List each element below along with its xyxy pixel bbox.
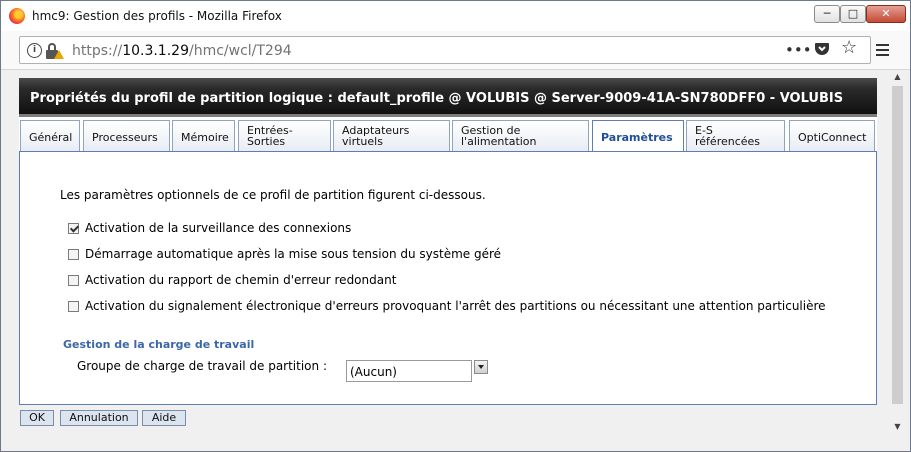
tab-es-referencees[interactable]: E-S référencées — [686, 120, 785, 152]
workload-group-label: Groupe de charge de travail de partition… — [77, 359, 327, 373]
dialog-panel: Général Processeurs Mémoire Entrées- Sor… — [19, 117, 877, 405]
page-actions-icon[interactable]: ••• — [785, 41, 812, 59]
navigation-bar: i https://10.3.1.29/hmc/wcl/T294 ••• ☆ — [1, 31, 910, 70]
option-row: Activation du rapport de chemin d'erreur… — [68, 273, 396, 287]
hamburger-menu-icon[interactable] — [876, 44, 889, 46]
firefox-logo-icon — [9, 8, 25, 24]
warning-icon — [54, 50, 64, 59]
tab-processeurs[interactable]: Processeurs — [83, 120, 170, 152]
tab-parametres[interactable]: Paramètres — [592, 120, 684, 154]
signalement-electronique-checkbox[interactable] — [68, 301, 79, 312]
option-label: Démarrage automatique après la mise sous… — [85, 247, 502, 261]
dialog-title: Propriétés du profil de partition logiqu… — [30, 91, 844, 106]
scroll-up-arrow-icon[interactable]: ▲ — [889, 72, 906, 86]
scroll-down-arrow-icon[interactable]: ▼ — [889, 422, 906, 436]
window-title: hmc9: Gestion des profils - Mozilla Fire… — [32, 9, 282, 23]
surveillance-connexions-checkbox[interactable] — [68, 223, 79, 234]
tab-gestion-alimentation[interactable]: Gestion de l'alimentation — [452, 120, 589, 152]
option-label: Activation de la surveillance des connex… — [85, 221, 352, 235]
workload-group-select[interactable]: (Aucun) — [346, 360, 472, 382]
option-row: Activation du signalement électronique d… — [68, 299, 826, 313]
close-window-button[interactable]: ✕ — [866, 5, 906, 23]
vertical-scrollbar[interactable]: ▲ ▼ — [889, 70, 906, 451]
parametres-tab-content: Les paramètres optionnels de ce profil d… — [19, 151, 877, 405]
tab-general[interactable]: Général — [20, 120, 80, 152]
scroll-thumb[interactable] — [892, 86, 903, 404]
browser-window: hmc9: Gestion des profils - Mozilla Fire… — [0, 0, 911, 452]
option-label: Activation du rapport de chemin d'erreur… — [85, 273, 397, 287]
minimize-button[interactable]: ─ — [814, 5, 840, 23]
tab-entrees-sorties[interactable]: Entrées- Sorties — [238, 120, 331, 152]
bookmark-star-icon[interactable]: ☆ — [841, 39, 857, 57]
tab-opticonnect[interactable]: OptiConnect — [789, 120, 875, 152]
cancel-button[interactable]: Annulation — [60, 410, 138, 426]
option-row: Démarrage automatique après la mise sous… — [68, 247, 501, 261]
workload-section-title: Gestion de la charge de travail — [63, 338, 255, 351]
tab-memoire[interactable]: Mémoire — [172, 120, 235, 152]
option-label: Activation du signalement électronique d… — [85, 299, 826, 313]
site-info-icon[interactable]: i — [27, 43, 42, 58]
title-bar: hmc9: Gestion des profils - Mozilla Fire… — [1, 1, 910, 31]
url-text[interactable]: https://10.3.1.29/hmc/wcl/T294 — [72, 43, 292, 59]
chevron-down-icon[interactable] — [474, 360, 488, 374]
address-bar[interactable]: i https://10.3.1.29/hmc/wcl/T294 — [19, 36, 871, 64]
demarrage-automatique-checkbox[interactable] — [68, 249, 79, 260]
tab-adaptateurs-virtuels[interactable]: Adaptateurs virtuels — [333, 120, 450, 152]
dialog-header: Propriétés du profil de partition logiqu… — [19, 78, 877, 117]
maximize-button[interactable]: □ — [840, 5, 866, 23]
help-button[interactable]: Aide — [142, 410, 186, 426]
page-content: Propriétés du profil de partition logiqu… — [1, 70, 910, 451]
pocket-icon[interactable] — [814, 41, 830, 57]
option-row: Activation de la surveillance des connex… — [68, 221, 351, 235]
ok-button[interactable]: OK — [20, 410, 54, 426]
chemin-erreur-redondant-checkbox[interactable] — [68, 275, 79, 286]
intro-text: Les paramètres optionnels de ce profil d… — [60, 188, 486, 202]
tab-strip: Général Processeurs Mémoire Entrées- Sor… — [19, 120, 877, 154]
